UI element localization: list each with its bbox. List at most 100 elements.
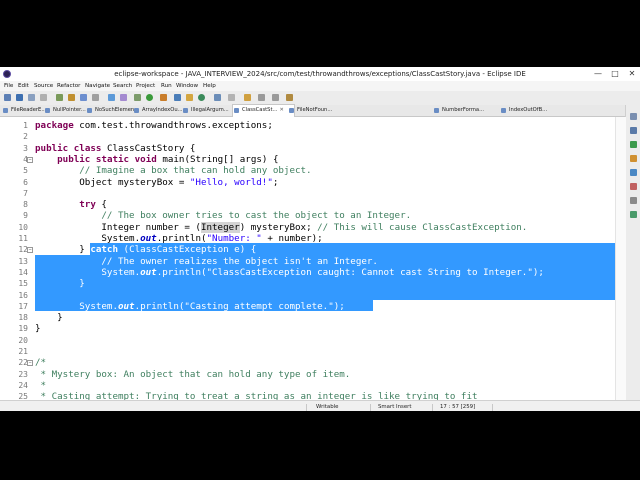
- code-line[interactable]: /*: [35, 357, 46, 368]
- minimize-button[interactable]: —: [590, 68, 606, 80]
- minimize-view-icon[interactable]: [630, 113, 637, 120]
- code-token: "Casting attempt complete.": [184, 300, 334, 312]
- search-icon[interactable]: [228, 94, 235, 101]
- console-icon[interactable]: [630, 183, 637, 190]
- code-line[interactable]: // Imagine a box that can hold any objec…: [35, 165, 311, 176]
- code-line[interactable]: }: [35, 323, 41, 334]
- tab-numberformat[interactable]: NumberForma...: [433, 105, 494, 116]
- maximize-button[interactable]: □: [607, 68, 623, 80]
- save-all-icon[interactable]: [28, 94, 35, 101]
- code-token: catch: [90, 244, 118, 256]
- forward-icon[interactable]: [272, 94, 279, 101]
- fold-toggle-icon[interactable]: −: [27, 247, 33, 254]
- new-class-icon[interactable]: [198, 94, 205, 101]
- code-token: com.test.throwandthrows.exceptions;: [73, 120, 273, 131]
- tab-indexoutofbounds[interactable]: IndexOutOfB...: [500, 105, 564, 116]
- javadoc-icon[interactable]: [630, 197, 637, 204]
- mark-occurrences-icon[interactable]: [92, 94, 99, 101]
- problems-icon[interactable]: [630, 169, 637, 176]
- coverage-icon[interactable]: [160, 94, 167, 101]
- code-token: * Mystery box: An object that can hold a…: [35, 368, 351, 380]
- code-token: );: [532, 266, 544, 278]
- open-task-icon[interactable]: [68, 94, 75, 101]
- tab-arrayindexout[interactable]: ArrayIndexOu...: [133, 105, 189, 116]
- code-line[interactable]: // The box owner tries to cast the objec…: [35, 210, 411, 221]
- restore-view-icon[interactable]: [630, 127, 637, 134]
- code-line[interactable]: System.out.println("Casting attempt comp…: [35, 301, 345, 312]
- close-button[interactable]: ✕: [624, 68, 640, 80]
- code-token: public: [35, 142, 69, 154]
- overview-ruler[interactable]: [615, 117, 626, 402]
- external-tools-icon[interactable]: [120, 94, 127, 101]
- line-number: 10: [18, 222, 28, 232]
- code-editor[interactable]: 1 2 3 4 5 6 7 8 9 10 11 12 13 14 15 16 17 18 19 20 21 22 23 24 2…: [0, 117, 615, 402]
- line-number: 12: [18, 245, 28, 255]
- menu-project[interactable]: Project: [136, 83, 155, 89]
- skip-breakpoints-icon[interactable]: [108, 94, 115, 101]
- code-token: "Number: ": [206, 233, 262, 244]
- main-toolbar: [0, 91, 640, 106]
- menu-navigate[interactable]: Navigate: [85, 83, 110, 89]
- new-java-project-icon[interactable]: [174, 94, 181, 101]
- code-line[interactable]: * Mystery box: An object that can hold a…: [35, 368, 351, 380]
- code-line[interactable]: // The owner realizes the object isn't a…: [35, 256, 378, 267]
- code-line[interactable]: }: [35, 278, 85, 289]
- code-line[interactable]: *: [35, 380, 47, 391]
- code-line[interactable]: try {: [35, 199, 107, 210]
- tab-filenotfound[interactable]: FileNotFoun...: [288, 105, 342, 116]
- open-type-hierarchy-icon[interactable]: [214, 94, 221, 101]
- code-token: System.: [35, 233, 141, 244]
- menu-file[interactable]: File: [4, 83, 13, 89]
- java-file-icon: [134, 108, 139, 113]
- toggle-block-icon[interactable]: [80, 94, 87, 101]
- outline-icon[interactable]: [630, 141, 637, 148]
- code-line[interactable]: public class ClassCastStory {: [35, 143, 195, 154]
- print-icon[interactable]: [40, 94, 47, 101]
- menu-edit[interactable]: Edit: [18, 83, 29, 89]
- code-line[interactable]: System.out.println("ClassCastException c…: [35, 267, 544, 278]
- eclipse-window: eclipse-workspace - JAVA_INTERVIEW_2024/…: [0, 67, 640, 411]
- tab-classcaststory[interactable]: ClassCastSt... ✕: [232, 104, 295, 117]
- menu-source[interactable]: Source: [34, 83, 53, 89]
- status-bar: Writable Smart Insert 17 : 57 [259]: [0, 400, 640, 411]
- task-list-icon[interactable]: [630, 155, 637, 162]
- pin-editor-icon[interactable]: [286, 94, 293, 101]
- new-icon[interactable]: [4, 94, 11, 101]
- code-token: // The owner realizes the object isn't a…: [101, 255, 378, 267]
- save-icon[interactable]: [16, 94, 23, 101]
- code-line[interactable]: Object mysteryBox = "Hello, world!";: [35, 177, 278, 188]
- code-token: class: [73, 142, 102, 154]
- run-icon[interactable]: [146, 94, 153, 101]
- tab-nosuchelement[interactable]: NoSuchElemen...: [86, 105, 140, 116]
- menu-bar: File Edit Source Refactor Navigate Searc…: [0, 81, 640, 91]
- menu-help[interactable]: Help: [203, 83, 216, 89]
- tab-label: FileReaderE...: [11, 107, 47, 113]
- menu-refactor[interactable]: Refactor: [57, 83, 80, 89]
- menu-run[interactable]: Run: [161, 83, 172, 89]
- line-number: 20: [18, 335, 28, 345]
- new-package-icon[interactable]: [186, 94, 193, 101]
- code-line[interactable]: Integer number = (Integer) mysteryBox; /…: [35, 221, 527, 233]
- open-type-icon[interactable]: [56, 94, 63, 101]
- annotation-next-icon[interactable]: [244, 94, 251, 101]
- tab-illegalargument[interactable]: IllegalArgum...: [182, 105, 239, 116]
- fold-toggle-icon[interactable]: −: [27, 360, 33, 367]
- menu-search[interactable]: Search: [113, 83, 132, 89]
- code-token: }: [35, 278, 85, 290]
- code-token: + number);: [261, 233, 323, 244]
- fold-toggle-icon[interactable]: −: [27, 156, 33, 163]
- code-line[interactable]: System.out.println("Number: " + number);: [35, 233, 323, 244]
- code-line[interactable]: }: [35, 312, 63, 323]
- debug-icon[interactable]: [134, 94, 141, 101]
- code-line[interactable]: public static void main(String[] args) {: [35, 154, 278, 165]
- code-line[interactable]: } catch (ClassCastException e) {: [35, 244, 256, 255]
- line-number: 24: [18, 380, 28, 390]
- code-line[interactable]: package com.test.throwandthrows.exceptio…: [35, 120, 273, 131]
- tab-label: FileNotFoun...: [297, 107, 333, 113]
- menu-window[interactable]: Window: [176, 83, 198, 89]
- close-tab-icon[interactable]: ✕: [279, 107, 283, 113]
- back-icon[interactable]: [258, 94, 265, 101]
- right-trim-toolbar: [625, 105, 640, 411]
- declaration-icon[interactable]: [630, 211, 637, 218]
